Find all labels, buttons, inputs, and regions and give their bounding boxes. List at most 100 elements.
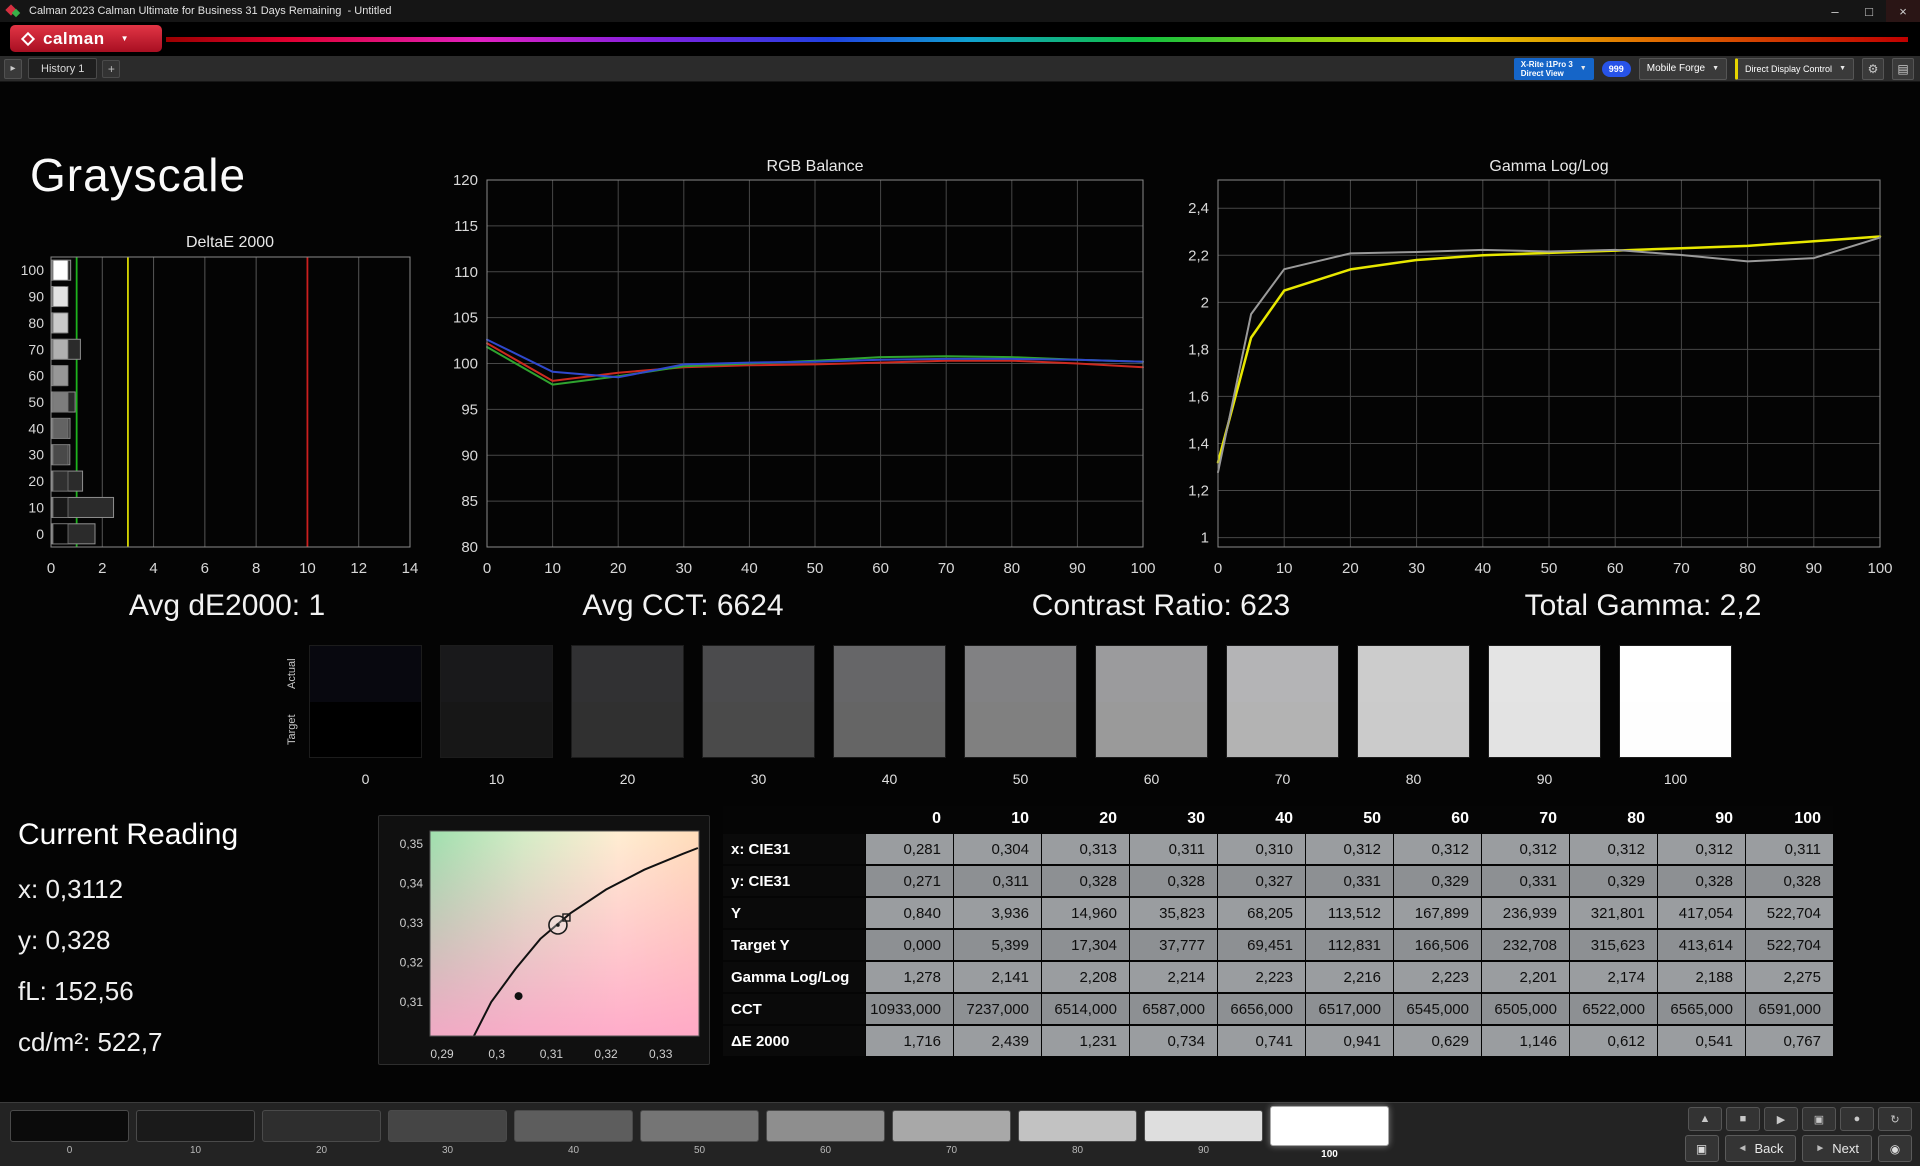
- spectrum-gradient-bar: [166, 37, 1908, 42]
- back-label: Back: [1754, 1141, 1783, 1156]
- table-cell: 0,328: [1130, 866, 1217, 896]
- pattern-button-50[interactable]: 50: [640, 1110, 759, 1156]
- settings-gear-button[interactable]: ⚙: [1862, 58, 1884, 80]
- axis-tick-label: 95: [461, 401, 478, 418]
- window-controls: – □ ×: [1818, 0, 1920, 22]
- axis-tick-label: 105: [453, 310, 478, 327]
- meter-mode: Direct View: [1521, 69, 1573, 78]
- reading-y: y: 0,328: [18, 925, 238, 956]
- loop-button[interactable]: ↻: [1878, 1107, 1912, 1131]
- pattern-button-90[interactable]: 90: [1144, 1110, 1263, 1156]
- table-cell: 167,899: [1394, 898, 1481, 928]
- table-cell: 6505,000: [1482, 994, 1569, 1024]
- gray-chip: [53, 392, 68, 412]
- axis-tick-label: 0,33: [649, 1047, 673, 1061]
- eject-button[interactable]: ▲: [1688, 1107, 1722, 1131]
- table-header-cell: 30: [1130, 806, 1217, 832]
- back-button[interactable]: ◄ Back: [1725, 1135, 1797, 1162]
- axis-tick-label: 0: [47, 560, 55, 577]
- table-cell: 0,612: [1570, 1026, 1657, 1056]
- axis-tick-label: 4: [149, 560, 157, 577]
- table-cell: 2,214: [1130, 962, 1217, 992]
- axis-tick-label: 40: [1474, 560, 1491, 574]
- play-button[interactable]: ▶: [1764, 1107, 1798, 1131]
- next-button[interactable]: ► Next: [1802, 1135, 1872, 1162]
- meter-dropdown[interactable]: X-Rite i1Pro 3 Direct View ▼: [1514, 58, 1594, 80]
- pattern-label: 30: [388, 1145, 507, 1156]
- swatch-square: [833, 645, 946, 758]
- table-header-cell: 20: [1042, 806, 1129, 832]
- axis-tick-label: 40: [741, 560, 758, 574]
- display-control-dropdown[interactable]: Direct Display Control ▼: [1735, 58, 1854, 80]
- source-dropdown[interactable]: Mobile Forge ▼: [1639, 58, 1727, 80]
- table-cell: 7237,000: [954, 994, 1041, 1024]
- pattern-button-20[interactable]: 20: [262, 1110, 381, 1156]
- pattern-button-80[interactable]: 80: [1018, 1110, 1137, 1156]
- close-button[interactable]: ×: [1886, 0, 1920, 22]
- stop-button[interactable]: ■: [1726, 1107, 1760, 1131]
- continuous-read-button[interactable]: ◉: [1878, 1135, 1912, 1162]
- table-header-cell: 60: [1394, 806, 1481, 832]
- table-header-cell: 40: [1218, 806, 1305, 832]
- pattern-button-70[interactable]: 70: [892, 1110, 1011, 1156]
- pattern-button-60[interactable]: 60: [766, 1110, 885, 1156]
- axis-tick-label: 1: [1201, 530, 1209, 547]
- calman-logo-menu[interactable]: calman ▼: [10, 25, 162, 52]
- table-cell: 0,328: [1042, 866, 1129, 896]
- gray-chip: [53, 260, 68, 280]
- axis-tick-label: 80: [28, 315, 44, 331]
- pattern-button-40[interactable]: 40: [514, 1110, 633, 1156]
- gray-chip: [53, 471, 68, 491]
- swatch-actual: [1227, 646, 1338, 702]
- pattern-window-button[interactable]: ▣: [1685, 1135, 1719, 1162]
- pattern-button-10[interactable]: 10: [136, 1110, 255, 1156]
- tab-bar: ▸ History 1 + X-Rite i1Pro 3 Direct View…: [0, 56, 1920, 82]
- pattern-label: 70: [892, 1145, 1011, 1156]
- axis-tick-label: 6: [201, 560, 209, 577]
- calman-window: Calman 2023 Calman Ultimate for Business…: [0, 0, 1920, 1166]
- axis-tick-label: 80: [461, 539, 478, 556]
- table-cell: 2,188: [1658, 962, 1745, 992]
- table-cell: 0,331: [1482, 866, 1569, 896]
- add-tab-button[interactable]: +: [102, 60, 120, 78]
- table-header-cell: 70: [1482, 806, 1569, 832]
- cie-chart-panel: 0,290,30,310,320,330,310,320,330,340,35: [378, 815, 710, 1065]
- swatch-actual: [572, 646, 683, 702]
- swatch-target: [1489, 702, 1600, 758]
- axis-tick-label: 1,8: [1188, 341, 1209, 358]
- table-cell: 6587,000: [1130, 994, 1217, 1024]
- table-cell: 10933,000: [866, 994, 953, 1024]
- gray-chip: [53, 313, 68, 333]
- pattern-button-0[interactable]: 0: [10, 1110, 129, 1156]
- axis-tick-label: 10: [299, 560, 316, 577]
- chevron-down-icon: ▼: [1839, 65, 1846, 72]
- tab-history-1[interactable]: History 1: [28, 58, 97, 79]
- table-cell: 413,614: [1658, 930, 1745, 960]
- source-label: Mobile Forge: [1647, 63, 1705, 74]
- pattern-button[interactable]: ▣: [1802, 1107, 1836, 1131]
- table-cell: 3,936: [954, 898, 1041, 928]
- swatch-target: [703, 702, 814, 758]
- record-button[interactable]: ●: [1840, 1107, 1874, 1131]
- minimize-button[interactable]: –: [1818, 0, 1852, 22]
- calman-logo-text: calman: [43, 29, 105, 49]
- swatch-actual: [1489, 646, 1600, 702]
- pattern-face: [1270, 1106, 1389, 1146]
- table-cell: 0,311: [954, 866, 1041, 896]
- swatch-level-label: 20: [571, 771, 684, 787]
- pattern-button-100[interactable]: 100: [1270, 1110, 1389, 1160]
- pattern-label: 100: [1270, 1149, 1389, 1160]
- table-cell: 232,708: [1482, 930, 1569, 960]
- maximize-button[interactable]: □: [1852, 0, 1886, 22]
- table-cell: 112,831: [1306, 930, 1393, 960]
- table-cell: 0,328: [1658, 866, 1745, 896]
- axis-tick-label: 100: [1130, 560, 1155, 574]
- axis-tick-label: 110: [454, 264, 478, 281]
- panel-toggle-button[interactable]: ▤: [1892, 58, 1914, 80]
- pattern-button-30[interactable]: 30: [388, 1110, 507, 1156]
- strip-actual-label: Actual: [286, 645, 302, 702]
- table-cell: 0,281: [866, 834, 953, 864]
- swatch-level-10: 10: [440, 645, 553, 787]
- tab-nav-arrow-button[interactable]: ▸: [4, 59, 22, 79]
- swatch-target: [965, 702, 1076, 758]
